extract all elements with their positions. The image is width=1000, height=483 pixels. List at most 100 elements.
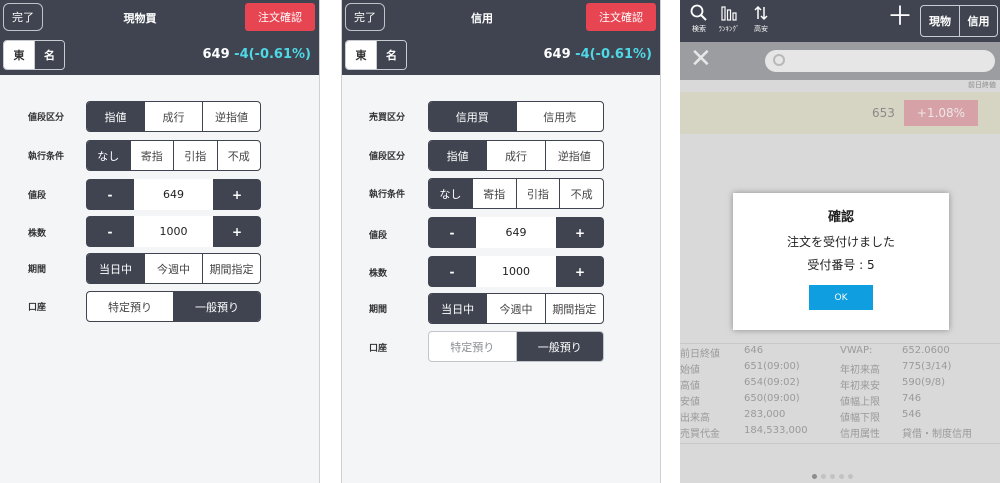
price-type-selector: 指値 成行 逆指値 xyxy=(428,140,604,171)
search-input[interactable] xyxy=(765,50,995,72)
option-open[interactable]: 寄指 xyxy=(471,179,516,208)
order-confirm-button[interactable]: 注文確認 xyxy=(586,3,656,31)
price-display: 649 -4(-0.61%) xyxy=(203,47,312,62)
option-ippan[interactable]: 一般預り xyxy=(173,292,260,321)
account-selector: 特定預り 一般預り xyxy=(428,331,604,362)
option-limit[interactable]: 指値 xyxy=(429,141,487,170)
option-funari[interactable]: 不成 xyxy=(559,179,603,208)
option-market[interactable]: 成行 xyxy=(144,102,202,131)
quantity-input[interactable]: 1000 xyxy=(476,256,556,287)
option-none[interactable]: なし xyxy=(429,179,472,208)
stat-value: 650(09:00) xyxy=(744,393,800,404)
stat-label: 値幅上限 xyxy=(840,397,880,408)
page-dot[interactable] xyxy=(812,474,817,479)
page-dot[interactable] xyxy=(848,474,853,479)
price-input[interactable]: 649 xyxy=(476,217,556,248)
exchange-nse[interactable]: 名 xyxy=(376,41,406,69)
option-margin-buy[interactable]: 信用買 xyxy=(429,102,516,131)
page-dot[interactable] xyxy=(830,474,835,479)
tab-shinyo[interactable]: 信用 xyxy=(959,6,997,36)
price-change: -4(-0.61%) xyxy=(575,47,652,62)
stat-value: 590(9/8) xyxy=(902,377,945,388)
option-stop[interactable]: 逆指値 xyxy=(202,102,260,131)
stat-label: 安値 xyxy=(680,397,700,408)
highlow-tool[interactable]: 高安 xyxy=(746,2,776,34)
search-tool[interactable]: 検索 xyxy=(684,2,714,34)
order-confirm-button[interactable]: 注文確認 xyxy=(245,3,315,31)
order-type-tabs: 現物 信用 xyxy=(920,5,998,37)
stat-label: 始値 xyxy=(680,365,700,376)
ranking-label: ﾗﾝｷﾝｸﾞ xyxy=(718,25,740,33)
stat-label: 年初来安 xyxy=(840,381,880,392)
option-close[interactable]: 引指 xyxy=(515,179,560,208)
price-minus-button[interactable]: - xyxy=(86,179,134,210)
exchange-nse[interactable]: 名 xyxy=(34,41,64,69)
quantity-minus-button[interactable]: - xyxy=(428,256,476,287)
stat-value: 646 xyxy=(744,345,764,356)
stat-value: 546 xyxy=(902,409,922,420)
label-account: 口座 xyxy=(28,303,47,313)
search-icon xyxy=(684,2,714,24)
label-quantity: 株数 xyxy=(28,229,47,239)
option-funari[interactable]: 不成 xyxy=(216,141,261,170)
price-plus-button[interactable]: + xyxy=(556,217,604,248)
option-custom-period[interactable]: 期間指定 xyxy=(544,294,603,323)
price-input[interactable]: 649 xyxy=(134,179,213,210)
option-limit[interactable]: 指値 xyxy=(87,102,144,131)
option-today[interactable]: 当日中 xyxy=(429,294,487,323)
price-minus-button[interactable]: - xyxy=(428,217,476,248)
search-label: 検索 xyxy=(692,25,706,33)
price-plus-button[interactable]: + xyxy=(213,179,261,210)
option-stop[interactable]: 逆指値 xyxy=(544,141,603,170)
exchange-toggle: 東 名 xyxy=(3,40,65,70)
tab-genbutsu[interactable]: 現物 xyxy=(921,6,959,36)
stat-value: 651(09:00) xyxy=(744,361,800,372)
stat-label: 前日終値 xyxy=(680,349,720,360)
search-icon xyxy=(773,54,785,66)
label-price: 値段 xyxy=(28,191,47,201)
page-dot[interactable] xyxy=(821,474,826,479)
label-price-type: 値段区分 xyxy=(369,152,406,162)
period-selector: 当日中 今週中 期間指定 xyxy=(428,293,604,324)
option-tokutei[interactable]: 特定預り xyxy=(87,292,173,321)
price-type-selector: 指値 成行 逆指値 xyxy=(86,101,261,132)
quantity-plus-button[interactable]: + xyxy=(213,216,261,247)
add-icon[interactable]: ＋ xyxy=(887,4,913,30)
done-button[interactable]: 完了 xyxy=(345,3,385,31)
option-custom-period[interactable]: 期間指定 xyxy=(202,254,260,283)
done-button[interactable]: 完了 xyxy=(3,3,43,31)
stat-value: 654(09:02) xyxy=(744,377,800,388)
stat-label: VWAP: xyxy=(840,345,873,356)
option-margin-sell[interactable]: 信用売 xyxy=(515,102,604,131)
quantity-plus-button[interactable]: + xyxy=(556,256,604,287)
ok-button[interactable]: OK xyxy=(809,285,873,310)
option-close[interactable]: 引指 xyxy=(173,141,217,170)
quantity-input[interactable]: 1000 xyxy=(134,216,213,247)
header-bar: 完了 現物買 注文確認 東 名 649 -4(-0.61%) xyxy=(0,0,319,75)
option-open[interactable]: 寄指 xyxy=(129,141,174,170)
stat-label: 売買代金 xyxy=(680,429,720,440)
page-dot[interactable] xyxy=(839,474,844,479)
label-side: 売買区分 xyxy=(369,113,406,123)
option-today[interactable]: 当日中 xyxy=(87,254,144,283)
quantity-minus-button[interactable]: - xyxy=(86,216,134,247)
header-bar: 検索 ﾗﾝｷﾝｸﾞ 高安 ＋ 現物 信用 xyxy=(680,0,1000,42)
condition-selector: なし 寄指 引指 不成 xyxy=(86,140,261,171)
label-period: 期間 xyxy=(28,265,47,275)
option-market[interactable]: 成行 xyxy=(486,141,544,170)
exchange-tse[interactable]: 東 xyxy=(4,41,34,69)
price-change: -4(-0.61%) xyxy=(234,47,311,62)
page-indicator xyxy=(812,474,853,479)
price-display: 649 -4(-0.61%) xyxy=(544,47,653,62)
exchange-tse[interactable]: 東 xyxy=(346,41,376,69)
ranking-tool[interactable]: ﾗﾝｷﾝｸﾞ xyxy=(714,2,744,34)
option-this-week[interactable]: 今週中 xyxy=(486,294,544,323)
option-ippan[interactable]: 一般預り xyxy=(515,332,603,361)
period-selector: 当日中 今週中 期間指定 xyxy=(86,253,261,284)
option-tokutei[interactable]: 特定預り xyxy=(429,332,516,361)
stat-value: 貸借・制度信用 xyxy=(902,429,972,440)
bar-chart-icon xyxy=(714,2,744,24)
option-this-week[interactable]: 今週中 xyxy=(144,254,202,283)
close-icon[interactable]: ✕ xyxy=(690,44,712,74)
option-none[interactable]: なし xyxy=(87,141,130,170)
